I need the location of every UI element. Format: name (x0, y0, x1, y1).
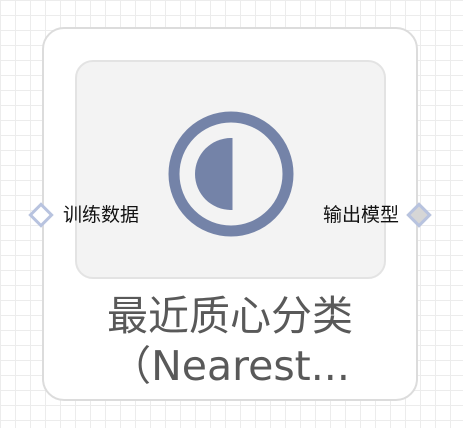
node-title-line-2: （Nearest... (110, 342, 350, 390)
node-title-line-1: 最近质心分类 (107, 292, 353, 340)
input-port-label: 训练数据 (63, 204, 140, 226)
output-port-label: 输出模型 (322, 204, 399, 226)
half-filled-circle-icon (168, 111, 294, 237)
